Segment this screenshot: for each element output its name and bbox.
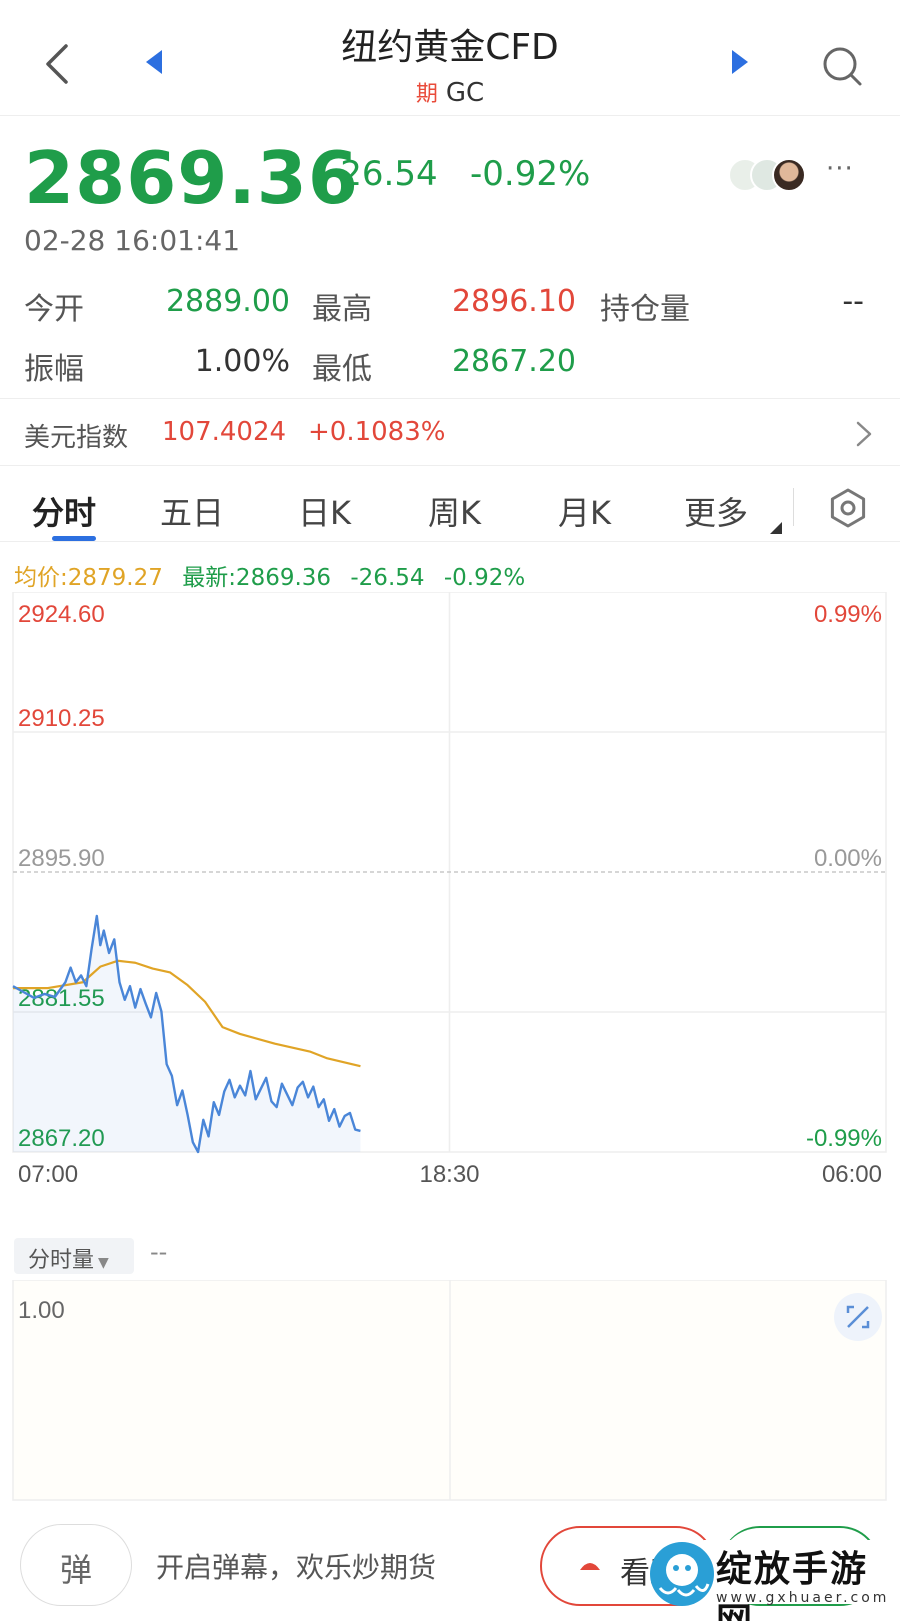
chart-legend: 均价:2879.27 最新:2869.36 -26.54 -0.92% xyxy=(14,558,537,592)
next-instrument-icon[interactable] xyxy=(728,46,752,78)
x-tick-label: 07:00 xyxy=(18,1161,78,1188)
y-tick-label: 2895.90 xyxy=(18,845,105,872)
top-nav-bar: 纽约黄金CFD 期 GC xyxy=(0,0,900,116)
tab-divider xyxy=(793,488,794,526)
open-value: 2889.00 xyxy=(165,284,290,319)
volume-y-tick: 1.00 xyxy=(18,1297,65,1324)
amplitude-label: 振幅 xyxy=(24,352,84,387)
tab-weekly-k[interactable]: 周K xyxy=(428,488,481,534)
intraday-price-chart[interactable]: 2924.602910.252895.902881.552867.200.99%… xyxy=(0,592,900,1192)
legend-latest-price: 最新:2869.36 xyxy=(182,565,332,591)
open-interest-label: 持仓量 xyxy=(600,292,690,327)
volume-chart: 1.00 xyxy=(12,1280,887,1501)
caret-down-icon: ▼ xyxy=(98,1255,109,1271)
settings-icon[interactable] xyxy=(826,486,870,530)
dollar-index-label: 美元指数 xyxy=(24,423,129,453)
legend-average-price: 均价:2879.27 xyxy=(14,565,163,591)
legend-change-percent: -0.92% xyxy=(443,565,526,591)
active-tab-indicator xyxy=(52,536,96,541)
tab-five-day[interactable]: 五日 xyxy=(160,488,224,534)
dollar-index-bar[interactable]: 美元指数 107.4024 +0.1083% xyxy=(0,398,900,466)
last-price: 2869.36 xyxy=(24,136,359,220)
danmu-toggle-button[interactable]: 弹 xyxy=(20,1524,132,1606)
open-interest-value: -- xyxy=(842,284,864,319)
more-dropdown-indicator xyxy=(770,522,782,534)
quote-timestamp: 02-28 16:01:41 xyxy=(24,224,241,257)
x-tick-label: 18:30 xyxy=(419,1161,479,1188)
y-tick-label: 2924.60 xyxy=(18,601,105,628)
down-triangle-icon xyxy=(580,1563,600,1570)
y-tick-label: 2910.25 xyxy=(18,705,105,732)
tab-daily-k[interactable]: 日K xyxy=(298,488,351,534)
instrument-title: 纽约黄金CFD xyxy=(341,27,559,68)
watermark-text: 绽放手游网 xyxy=(716,1549,869,1621)
futures-tag: 期 xyxy=(415,82,438,107)
amplitude-value: 1.00% xyxy=(194,344,290,379)
percent-tick-label: 0.99% xyxy=(814,601,882,628)
previous-instrument-icon[interactable] xyxy=(142,46,166,78)
high-label: 最高 xyxy=(312,292,372,327)
instrument-code: GC xyxy=(445,78,485,108)
dollar-index-change: +0.1083% xyxy=(308,417,446,447)
danmu-prompt[interactable]: 开启弹幕，欢乐炒期货 xyxy=(156,1546,436,1586)
period-tabs: 分时 五日 日K 周K 月K 更多 xyxy=(0,470,900,542)
volume-indicator-selector[interactable]: 分时量 ▼ xyxy=(14,1238,134,1274)
dollar-index-value: 107.4024 xyxy=(162,417,287,447)
low-label: 最低 xyxy=(312,352,372,387)
more-options-icon[interactable]: ··· xyxy=(826,154,854,184)
watermark-url: www.gxhuaer.com xyxy=(716,1590,890,1606)
fullscreen-expand-icon[interactable] xyxy=(834,1293,882,1341)
search-icon[interactable] xyxy=(820,44,864,88)
tab-intraday[interactable]: 分时 xyxy=(32,488,96,534)
volume-value: -- xyxy=(150,1238,168,1266)
low-value: 2867.20 xyxy=(451,344,576,379)
legend-change: -26.54 xyxy=(350,565,425,591)
volume-label: 分时量 xyxy=(28,1248,95,1273)
follower-avatars[interactable] xyxy=(728,158,820,192)
chevron-right-icon xyxy=(856,421,872,447)
percent-tick-label: -0.99% xyxy=(806,1125,882,1152)
percent-tick-label: 0.00% xyxy=(814,845,882,872)
back-arrow-icon[interactable] xyxy=(40,42,76,86)
instrument-code-row: 期 GC xyxy=(250,76,650,108)
tab-monthly-k[interactable]: 月K xyxy=(558,488,611,534)
open-label: 今开 xyxy=(24,292,84,327)
avatar xyxy=(772,158,806,192)
tab-more[interactable]: 更多 xyxy=(684,488,748,534)
price-change-percent: -0.92% xyxy=(470,154,591,194)
price-change: -26.54 xyxy=(328,154,438,194)
bottom-action-bar: 弹 开启弹幕，欢乐炒期货 看跌 绽放手游网 www.gxhuaer.com xyxy=(0,1510,900,1621)
high-value: 2896.10 xyxy=(451,284,576,319)
x-tick-label: 06:00 xyxy=(822,1161,882,1188)
